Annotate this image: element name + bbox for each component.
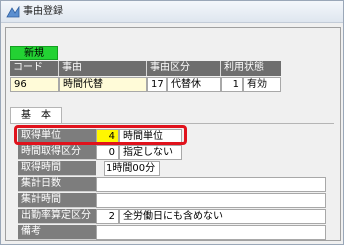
title-bar[interactable]: 事由登録 xyxy=(1,1,343,23)
focus-highlight-outline xyxy=(14,125,187,145)
label-remarks: 備考 xyxy=(18,225,96,240)
column-header-status: 利用状態 xyxy=(221,61,281,76)
attendance-calc-value: 全労働日にも含めない xyxy=(119,209,326,224)
code-field[interactable]: 96 xyxy=(10,77,59,92)
new-record-badge: 新規 xyxy=(10,46,58,60)
status-name-value: 有効 xyxy=(243,77,281,92)
status-code-field[interactable]: 1 xyxy=(221,77,243,92)
column-header-reason: 事由 xyxy=(59,61,147,76)
acquisition-time-field[interactable]: 1時間00分 xyxy=(104,161,160,176)
category-code-field[interactable]: 17 xyxy=(147,77,167,92)
remarks-field[interactable] xyxy=(96,225,326,240)
window-title: 事由登録 xyxy=(23,6,63,17)
column-header-category: 事由区分 xyxy=(147,61,221,76)
label-hourly-division: 時間取得区分 xyxy=(18,145,96,160)
attendance-calc-code-field[interactable]: 2 xyxy=(96,209,119,224)
hourly-division-value: 指定しない xyxy=(119,145,182,160)
tab-basic[interactable]: 基 本 xyxy=(10,107,62,124)
total-hours-field[interactable] xyxy=(96,193,326,208)
column-header-code: コード xyxy=(10,61,59,76)
app-icon xyxy=(6,6,20,18)
total-days-field[interactable] xyxy=(96,177,326,192)
label-acquisition-time: 取得時間 xyxy=(18,161,96,176)
label-total-hours: 集計時間 xyxy=(18,193,96,208)
label-total-days: 集計日数 xyxy=(18,177,96,192)
hourly-division-code-field[interactable]: 0 xyxy=(96,145,119,160)
category-name-value: 代替休 xyxy=(167,77,221,92)
reason-name-field[interactable]: 時間代替 xyxy=(59,77,147,92)
label-attendance-calc: 出勤率算定区分 xyxy=(18,209,96,224)
